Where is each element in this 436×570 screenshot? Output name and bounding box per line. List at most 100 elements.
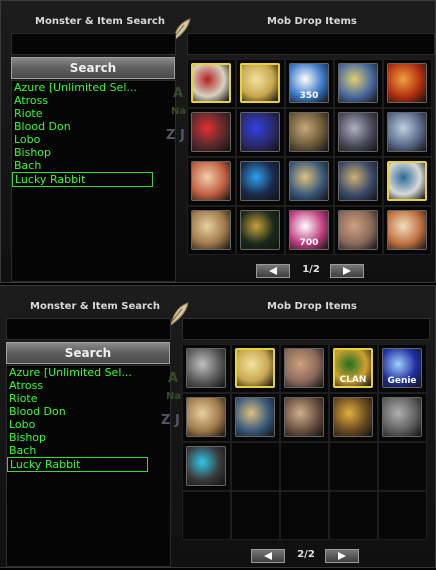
search-button[interactable]: Search — [6, 342, 170, 364]
monster-list-item[interactable]: Lucky Rabbit — [12, 172, 153, 187]
item-slot[interactable] — [329, 491, 378, 540]
rune-stone-icon[interactable] — [387, 161, 427, 201]
next-page-button[interactable] — [325, 549, 359, 563]
monster-list-item[interactable]: Lobo — [12, 133, 175, 146]
monster-list-item[interactable]: Blood Don — [12, 120, 175, 133]
item-slot[interactable]: Genie — [378, 344, 427, 393]
item-slot[interactable] — [187, 157, 236, 206]
search-input[interactable] — [11, 33, 176, 55]
item-slot[interactable] — [231, 491, 280, 540]
item-slot[interactable] — [280, 344, 329, 393]
item-slot[interactable] — [182, 393, 231, 442]
key-icon[interactable] — [240, 210, 280, 250]
item-slot[interactable] — [280, 393, 329, 442]
item-slot[interactable] — [182, 442, 231, 491]
item-slot[interactable] — [378, 491, 427, 540]
parchment-icon[interactable] — [186, 397, 226, 437]
monster-list-item[interactable]: Riote — [7, 392, 170, 405]
monster-list-item[interactable]: Lobo — [7, 418, 170, 431]
monster-list-item[interactable]: Blood Don — [7, 405, 170, 418]
star-orb-icon[interactable] — [387, 63, 427, 103]
item-slot[interactable] — [329, 442, 378, 491]
red-potion-icon[interactable] — [191, 112, 231, 152]
item-slot[interactable] — [236, 108, 285, 157]
rune-scroll-icon[interactable] — [387, 112, 427, 152]
item-slot[interactable]: 350 — [285, 59, 334, 108]
map-scroll-icon[interactable] — [289, 161, 329, 201]
blue-potion-icon[interactable] — [240, 112, 280, 152]
item-slot[interactable] — [334, 108, 383, 157]
monster-list[interactable]: Azure [Unlimited Sel... Atross Riote Blood … — [11, 80, 176, 282]
kc-700-icon[interactable]: 700 — [289, 210, 329, 250]
clan-icon[interactable]: CLAN — [333, 348, 373, 388]
item-slot[interactable] — [182, 491, 231, 540]
prev-page-button[interactable] — [256, 264, 290, 278]
item-slot[interactable] — [334, 206, 383, 255]
scroll-icon[interactable] — [289, 112, 329, 152]
monster-list-item[interactable]: Lucky Rabbit — [7, 457, 148, 472]
item-slot[interactable] — [187, 59, 236, 108]
item-slot[interactable] — [334, 59, 383, 108]
blue-whip-icon[interactable] — [240, 161, 280, 201]
item-slot[interactable] — [378, 442, 427, 491]
item-slot[interactable] — [231, 442, 280, 491]
crystal-scroll-icon[interactable] — [387, 210, 427, 250]
item-slot[interactable] — [187, 108, 236, 157]
fire-scroll-icon[interactable] — [191, 161, 231, 201]
kc-350-icon[interactable]: 350 — [289, 63, 329, 103]
scroll-icon[interactable] — [338, 112, 378, 152]
item-slot[interactable] — [280, 442, 329, 491]
monster-list-item[interactable]: Azure [Unlimited Sel... — [7, 366, 170, 379]
monster-list[interactable]: Azure [Unlimited Sel... Atross Riote Blood … — [6, 365, 171, 567]
search-button[interactable]: Search — [11, 57, 175, 79]
item-slot[interactable] — [383, 157, 432, 206]
item-slot[interactable] — [383, 206, 432, 255]
monster-list-item[interactable]: Bach — [7, 444, 170, 457]
portrait-icon[interactable] — [338, 210, 378, 250]
genie-icon[interactable]: Genie — [382, 348, 422, 388]
stone-chest-icon[interactable] — [382, 397, 422, 437]
monster-list-item[interactable]: Azure [Unlimited Sel... — [12, 81, 175, 94]
monster-list-item[interactable]: Bishop — [12, 146, 175, 159]
prev-page-button[interactable] — [251, 549, 285, 563]
sword-icon[interactable] — [338, 63, 378, 103]
female-portrait-icon[interactable] — [284, 348, 324, 388]
monster-list-item[interactable]: Bishop — [7, 431, 170, 444]
item-slot[interactable] — [236, 59, 285, 108]
item-slot[interactable] — [236, 157, 285, 206]
monster-list-item[interactable]: Bach — [12, 159, 175, 172]
item-slot[interactable] — [187, 206, 236, 255]
item-slot[interactable] — [383, 108, 432, 157]
armor-icon[interactable] — [284, 397, 324, 437]
item-slot[interactable] — [231, 393, 280, 442]
treasure-chest-icon[interactable] — [333, 397, 373, 437]
item-slot[interactable] — [334, 157, 383, 206]
item-label: CLAN — [339, 375, 367, 385]
item-slot[interactable] — [383, 59, 432, 108]
gold-ticket-icon[interactable] — [240, 63, 280, 103]
drop-items-title: Mob Drop Items — [267, 301, 357, 312]
monster-list-item[interactable]: Riote — [12, 107, 175, 120]
item-slot[interactable] — [285, 108, 334, 157]
search-input[interactable] — [6, 318, 171, 340]
item-slot[interactable] — [236, 206, 285, 255]
gold-ticket-icon[interactable] — [235, 348, 275, 388]
map-scroll-icon[interactable] — [338, 161, 378, 201]
bird-scroll-icon[interactable] — [191, 63, 231, 103]
monster-list-item[interactable]: Atross — [7, 379, 170, 392]
item-slot[interactable] — [329, 393, 378, 442]
monster-list-item[interactable]: Atross — [12, 94, 175, 107]
item-slot[interactable] — [231, 344, 280, 393]
background-label: A — [168, 371, 179, 386]
warrior-portrait-icon[interactable] — [186, 348, 226, 388]
item-slot[interactable] — [280, 491, 329, 540]
gem-icon[interactable] — [186, 446, 226, 486]
parchment-icon[interactable] — [191, 210, 231, 250]
item-slot[interactable] — [285, 157, 334, 206]
map-scroll-icon[interactable] — [235, 397, 275, 437]
item-slot[interactable] — [182, 344, 231, 393]
item-slot[interactable]: 700 — [285, 206, 334, 255]
next-page-button[interactable] — [330, 264, 364, 278]
item-slot[interactable]: CLAN — [329, 344, 378, 393]
item-slot[interactable] — [378, 393, 427, 442]
